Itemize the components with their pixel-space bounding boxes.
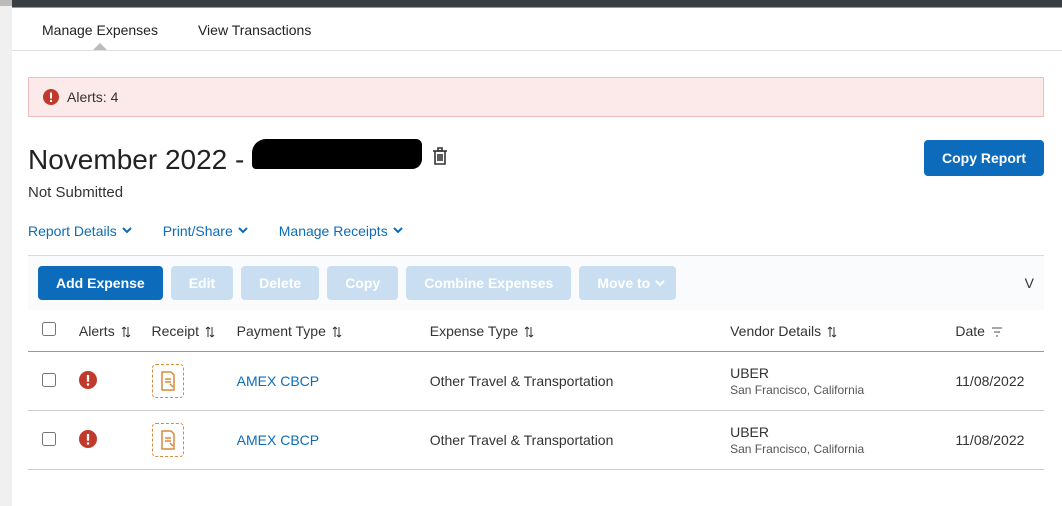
payment-type-link[interactable]: AMEX CBCP — [237, 373, 319, 389]
col-payment-type[interactable]: Payment Type — [229, 310, 422, 352]
vendor-name: UBER — [730, 365, 769, 381]
select-all-checkbox[interactable] — [42, 322, 56, 336]
table-row[interactable]: AMEX CBCP Other Travel & Transportation UB… — [28, 352, 1044, 411]
copy-button: Copy — [327, 266, 398, 300]
col-receipt[interactable]: Receipt — [144, 310, 229, 352]
view-label-partial: V — [1025, 275, 1034, 291]
add-expense-button[interactable]: Add Expense — [38, 266, 163, 300]
sort-icon — [205, 326, 215, 338]
report-details-dropdown[interactable]: Report Details — [28, 223, 133, 239]
alert-icon — [43, 89, 59, 105]
chevron-down-icon — [121, 223, 133, 239]
redacted-name — [252, 139, 422, 169]
sort-icon — [827, 326, 837, 338]
expense-table: Alerts Receipt Payment Type Expense Type — [28, 310, 1044, 470]
filter-icon — [991, 327, 1003, 337]
expense-type: Other Travel & Transportation — [430, 432, 614, 448]
header-bar — [12, 0, 1062, 8]
report-title: November 2022 - — [28, 139, 422, 176]
sort-icon — [332, 326, 342, 338]
row-checkbox[interactable] — [42, 373, 56, 387]
expense-date: 11/08/2022 — [955, 373, 1024, 389]
report-status: Not Submitted — [28, 184, 1044, 201]
chevron-down-icon — [237, 223, 249, 239]
alerts-banner-text: Alerts: 4 — [67, 89, 118, 105]
print-share-dropdown[interactable]: Print/Share — [163, 223, 249, 239]
tab-view-transactions[interactable]: View Transactions — [198, 22, 311, 38]
table-row[interactable]: AMEX CBCP Other Travel & Transportation UB… — [28, 411, 1044, 470]
expense-type: Other Travel & Transportation — [430, 373, 614, 389]
alerts-banner[interactable]: Alerts: 4 — [28, 77, 1044, 117]
chevron-down-icon — [654, 277, 666, 289]
col-vendor-details[interactable]: Vendor Details — [722, 310, 947, 352]
scrollbar-thumb[interactable] — [0, 0, 12, 6]
chevron-down-icon — [392, 223, 404, 239]
col-date[interactable]: Date — [947, 310, 1044, 352]
edit-button: Edit — [171, 266, 233, 300]
col-alerts[interactable]: Alerts — [71, 310, 144, 352]
row-checkbox[interactable] — [42, 432, 56, 446]
left-scrollbar[interactable] — [0, 0, 12, 506]
copy-report-button[interactable]: Copy Report — [924, 140, 1044, 176]
manage-receipts-dropdown[interactable]: Manage Receipts — [279, 223, 404, 239]
combine-expenses-button: Combine Expenses — [406, 266, 571, 300]
sort-icon — [121, 326, 131, 338]
alert-icon[interactable] — [79, 376, 97, 392]
receipt-icon[interactable] — [152, 364, 184, 398]
move-to-button: Move to — [579, 266, 676, 300]
col-expense-type[interactable]: Expense Type — [422, 310, 722, 352]
receipt-icon[interactable] — [152, 423, 184, 457]
tab-manage-expenses[interactable]: Manage Expenses — [42, 22, 158, 38]
vendor-location: San Francisco, California — [730, 442, 939, 456]
alert-icon[interactable] — [79, 435, 97, 451]
vendor-name: UBER — [730, 424, 769, 440]
trash-icon[interactable] — [430, 145, 450, 170]
vendor-location: San Francisco, California — [730, 383, 939, 397]
sort-icon — [524, 326, 534, 338]
expense-date: 11/08/2022 — [955, 432, 1024, 448]
delete-button: Delete — [241, 266, 319, 300]
payment-type-link[interactable]: AMEX CBCP — [237, 432, 319, 448]
